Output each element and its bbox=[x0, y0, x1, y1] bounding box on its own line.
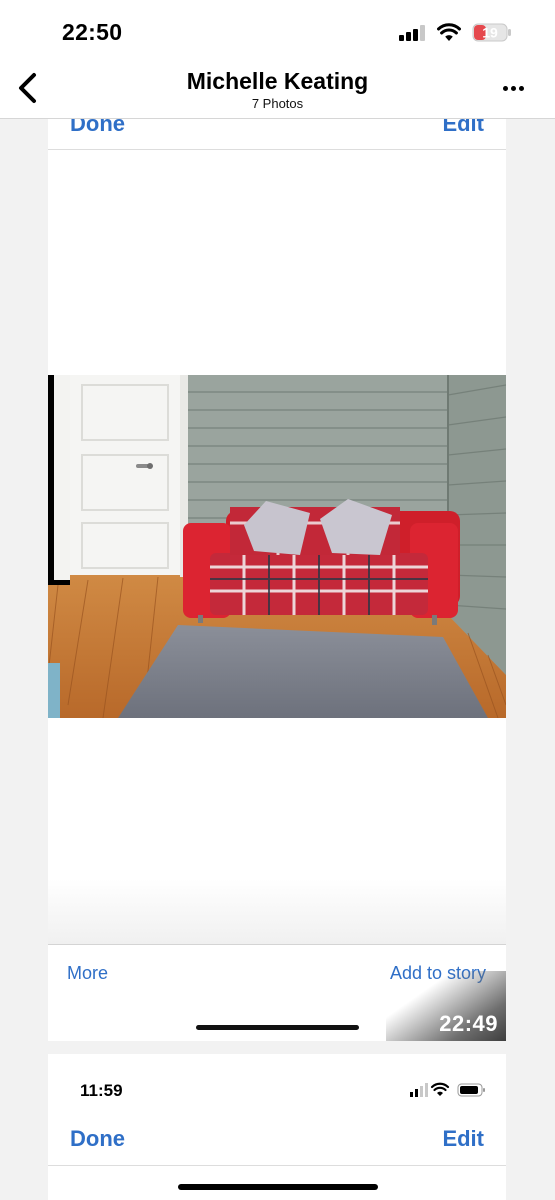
screenshot-toolbar: More Add to story 22:49 bbox=[48, 944, 506, 1041]
screenshot-done-label: Done bbox=[70, 119, 125, 136]
screenshot-2-divider bbox=[48, 1165, 506, 1166]
battery-level: 19 bbox=[482, 25, 498, 41]
status-time: 22:50 bbox=[62, 19, 123, 45]
message-timestamp: 22:49 bbox=[439, 1011, 498, 1036]
more-options-icon[interactable] bbox=[500, 76, 528, 100]
screenshot-home-indicator bbox=[196, 1025, 359, 1030]
cellular-signal-icon bbox=[399, 25, 427, 41]
screenshot-nav-bar: Done Edit bbox=[48, 119, 506, 150]
photo-screenshot[interactable]: Done Edit More 22:49 bbox=[48, 119, 506, 1041]
home-indicator[interactable] bbox=[178, 1184, 378, 1190]
screenshot-2-status-time: 11:59 bbox=[80, 1081, 123, 1100]
screenshot-2-edit-label: Edit bbox=[442, 1126, 484, 1151]
screenshot-2-done-label: Done bbox=[70, 1126, 125, 1151]
room-sofa-photo bbox=[48, 375, 506, 718]
screenshot-more-label: More bbox=[67, 963, 109, 983]
conversation-header: Michelle Keating 7 Photos bbox=[0, 62, 555, 119]
status-bar: 22:50 19 bbox=[0, 0, 555, 62]
photo-viewer-screen: 22:50 19 Michelle Keating 7 Photos Done … bbox=[0, 0, 555, 1200]
wifi-icon bbox=[437, 23, 461, 41]
header-subtitle: 7 Photos bbox=[251, 96, 304, 111]
battery-icon: 19 bbox=[472, 23, 511, 42]
header-title: Michelle Keating bbox=[186, 68, 369, 94]
screenshot-2-status-icons bbox=[410, 1082, 485, 1097]
screenshot-fade bbox=[48, 879, 506, 944]
screenshot-edit-label: Edit bbox=[442, 119, 484, 136]
photo-screenshot-2[interactable]: 11:59 Done Edit bbox=[48, 1054, 506, 1200]
